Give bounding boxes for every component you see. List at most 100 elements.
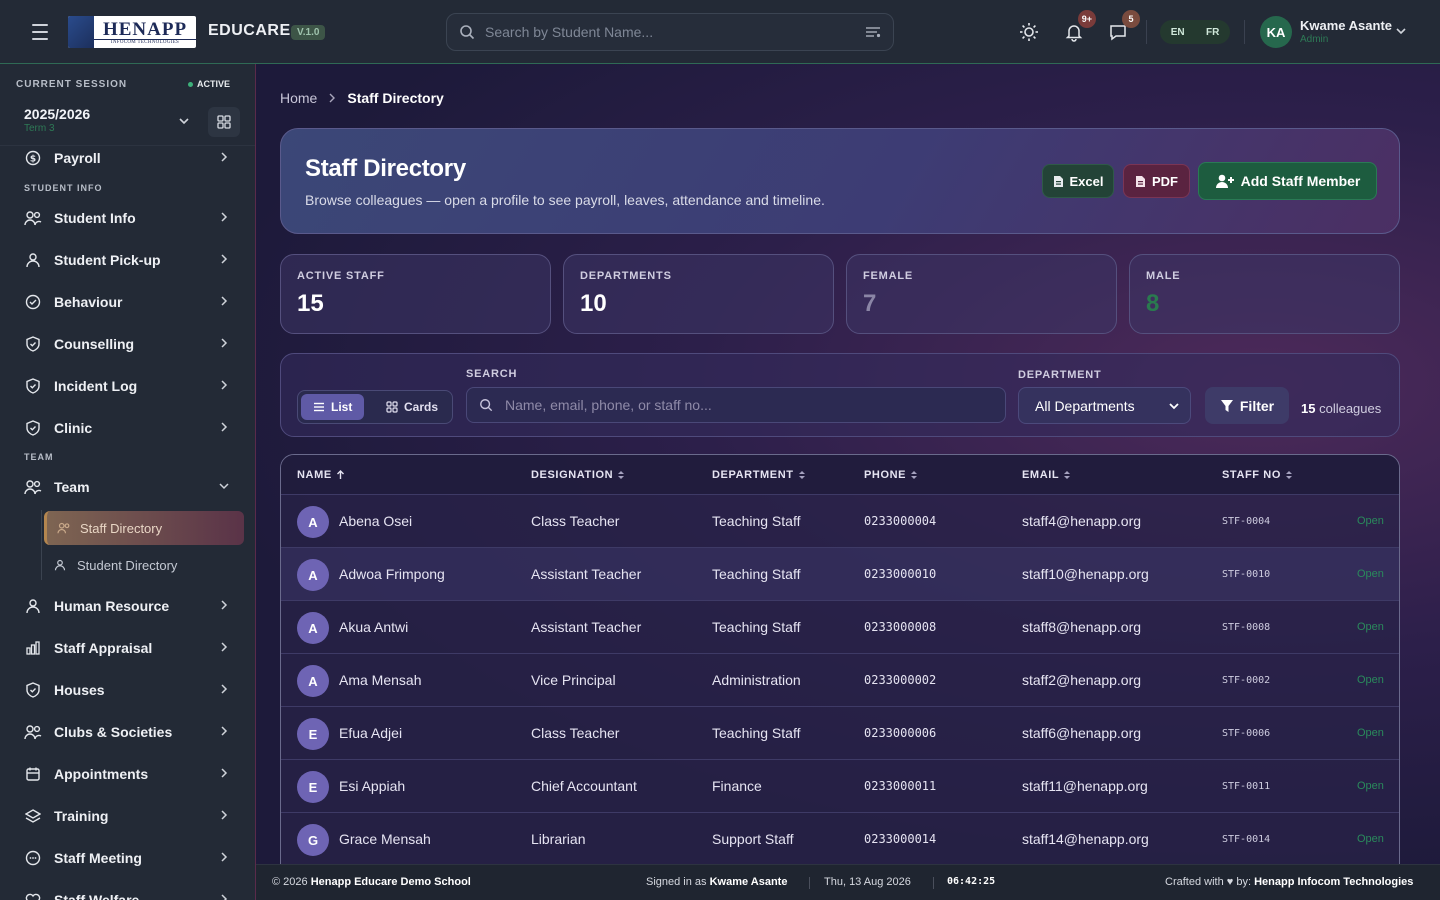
add-staff-label: Add Staff Member <box>1240 173 1361 189</box>
language-switcher[interactable]: EN FR <box>1160 20 1230 44</box>
logo-sub-text: INFOCOM TECHNOLOGIES <box>110 39 180 45</box>
sidebar-item-staff-welfare[interactable]: Staff Welfare <box>16 882 244 900</box>
sidebar-item-student-info[interactable]: Student Info <box>16 200 244 236</box>
sidebar-item-counselling[interactable]: Counselling <box>16 326 244 362</box>
sidebar-item-human-resource[interactable]: Human Resource <box>16 588 244 624</box>
session-label: CURRENT SESSION <box>16 79 128 90</box>
table-row[interactable]: A Adwoa Frimpong Assistant Teacher Teach… <box>281 548 1399 601</box>
sidebar-item-team[interactable]: Team <box>16 469 244 505</box>
chevron-right-icon <box>329 93 336 103</box>
cell-name[interactable]: Abena Osei <box>339 513 412 529</box>
view-list-button[interactable]: List <box>301 394 365 420</box>
open-profile-link[interactable]: Open <box>1357 621 1384 633</box>
cell-name[interactable]: Akua Antwi <box>339 619 408 635</box>
chevron-right-icon <box>221 152 228 162</box>
user-avatar[interactable]: KA <box>1260 16 1292 48</box>
apps-grid-button[interactable] <box>208 107 240 137</box>
lang-fr-option[interactable]: FR <box>1206 27 1219 38</box>
submenu-guide-line <box>41 510 42 580</box>
sidebar-item-clubs-societies[interactable]: Clubs & Societies <box>16 714 244 750</box>
session-year[interactable]: 2025/2026 <box>24 106 90 122</box>
table-row[interactable]: G Grace Mensah Librarian Support Staff 0… <box>281 813 1399 864</box>
filter-button[interactable]: Filter <box>1205 387 1289 424</box>
open-profile-link[interactable]: Open <box>1357 833 1384 845</box>
export-excel-button[interactable]: Excel <box>1042 164 1114 198</box>
breadcrumb-home[interactable]: Home <box>280 90 317 106</box>
open-profile-link[interactable]: Open <box>1357 674 1384 686</box>
notifications-bell-icon[interactable]: 9+ <box>1060 10 1096 46</box>
open-profile-link[interactable]: Open <box>1357 727 1384 739</box>
cell-name[interactable]: Esi Appiah <box>339 778 405 794</box>
open-profile-link[interactable]: Open <box>1357 568 1384 580</box>
cell-name[interactable]: Adwoa Frimpong <box>339 566 445 582</box>
table-row[interactable]: E Efua Adjei Class Teacher Teaching Staf… <box>281 707 1399 760</box>
page-subtitle: Browse colleagues — open a profile to se… <box>305 192 825 208</box>
column-header-email[interactable]: EMAIL <box>1022 469 1071 481</box>
column-header-staff-no[interactable]: STAFF NO <box>1222 469 1293 481</box>
messages-icon[interactable]: 5 <box>1104 10 1140 46</box>
chevron-down-icon[interactable] <box>177 114 191 128</box>
column-header-name[interactable]: NAME <box>297 469 345 481</box>
menu-toggle-icon[interactable] <box>28 22 52 42</box>
chevron-down-icon[interactable] <box>1394 24 1408 38</box>
staff-search-input[interactable]: Name, email, phone, or staff no... <box>466 387 1006 423</box>
sidebar-item-label: Team <box>54 479 90 495</box>
sidebar-item-student-pickup[interactable]: Student Pick-up <box>16 242 244 278</box>
table-header: NAME DESIGNATION DEPARTMENT PHONE EMAIL … <box>281 455 1399 495</box>
user-name[interactable]: Kwame Asante <box>1300 18 1392 33</box>
add-staff-button[interactable]: Add Staff Member <box>1198 162 1377 200</box>
sidebar-item-label: Appointments <box>54 766 149 782</box>
theme-toggle-icon[interactable] <box>1015 18 1043 46</box>
lang-en-option[interactable]: EN <box>1171 27 1185 38</box>
view-cards-button[interactable]: Cards <box>374 394 450 420</box>
avatar: A <box>297 612 329 644</box>
department-select-value: All Departments <box>1035 397 1135 414</box>
logo[interactable]: HENAPP INFOCOM TECHNOLOGIES <box>68 16 196 48</box>
user-role: Admin <box>1300 34 1329 45</box>
department-select[interactable]: All Departments <box>1018 387 1191 424</box>
sidebar-item-label: Incident Log <box>54 378 138 394</box>
cell-name[interactable]: Efua Adjei <box>339 725 402 741</box>
stat-card-departments: DEPARTMENTS 10 <box>563 254 834 334</box>
avatar: E <box>297 771 329 803</box>
credits-prefix: Crafted with ♥ by: <box>1165 876 1252 888</box>
file-icon <box>1053 175 1063 187</box>
column-header-label: NAME <box>297 469 332 481</box>
sidebar-item-incident-log[interactable]: Incident Log <box>16 368 244 404</box>
section-label-student-info: STUDENT INFO <box>24 183 103 193</box>
sidebar-item-houses[interactable]: Houses <box>16 672 244 708</box>
table-row[interactable]: A Akua Antwi Assistant Teacher Teaching … <box>281 601 1399 654</box>
column-header-phone[interactable]: PHONE <box>864 469 918 481</box>
table-row[interactable]: A Abena Osei Class Teacher Teaching Staf… <box>281 495 1399 548</box>
sidebar-item-clinic[interactable]: Clinic <box>16 410 244 446</box>
open-profile-link[interactable]: Open <box>1357 780 1384 792</box>
cell-department: Teaching Staff <box>712 566 801 582</box>
avatar: E <box>297 718 329 750</box>
table-row[interactable]: E Esi Appiah Chief Accountant Finance 02… <box>281 760 1399 813</box>
credits-company[interactable]: Henapp Infocom Technologies <box>1254 876 1413 888</box>
sidebar-item-behaviour[interactable]: Behaviour <box>16 284 244 320</box>
sidebar-item-staff-meeting[interactable]: Staff Meeting <box>16 840 244 876</box>
open-profile-link[interactable]: Open <box>1357 515 1384 527</box>
export-pdf-button[interactable]: PDF <box>1123 164 1190 198</box>
stat-value: 10 <box>580 290 607 317</box>
sidebar-item-appointments[interactable]: Appointments <box>16 756 244 792</box>
column-header-department[interactable]: DEPARTMENT <box>712 469 806 481</box>
search-options-icon[interactable] <box>865 25 881 39</box>
sidebar-item-staff-appraisal[interactable]: Staff Appraisal <box>16 630 244 666</box>
cell-designation: Vice Principal <box>531 672 616 688</box>
shield-icon <box>24 377 42 395</box>
sidebar-subitem-student-directory[interactable]: Student Directory <box>44 548 244 582</box>
chat-icon <box>24 849 42 867</box>
table-row[interactable]: A Ama Mensah Vice Principal Administrati… <box>281 654 1399 707</box>
cell-name[interactable]: Grace Mensah <box>339 831 431 847</box>
sidebar-item-label: Student Info <box>54 210 136 226</box>
sidebar-item-training[interactable]: Training <box>16 798 244 834</box>
global-search-input[interactable]: Search by Student Name... <box>446 13 894 51</box>
column-header-designation[interactable]: DESIGNATION <box>531 469 625 481</box>
stat-card-male: MALE 8 <box>1129 254 1400 334</box>
cell-email: staff2@henapp.org <box>1022 672 1142 688</box>
sidebar-subitem-staff-directory[interactable]: Staff Directory <box>44 511 244 545</box>
cell-name[interactable]: Ama Mensah <box>339 672 421 688</box>
footer-signed-in: Signed in as Kwame Asante <box>646 876 787 888</box>
